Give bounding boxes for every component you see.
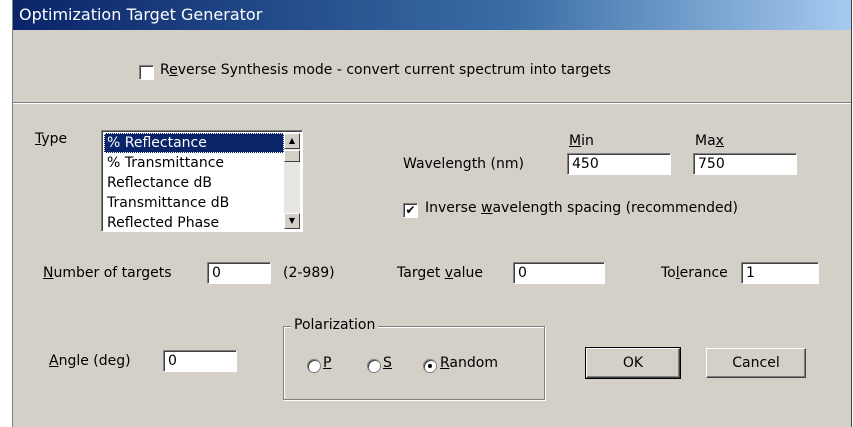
reverse-synthesis-checkbox[interactable] [139, 65, 154, 80]
type-option-transmittance[interactable]: % Transmittance [104, 153, 284, 173]
scroll-down-icon[interactable]: ▼ [284, 213, 300, 229]
angle-label: Angle (deg) [49, 353, 131, 369]
cancel-button[interactable]: Cancel [706, 348, 806, 378]
wavelength-min-input[interactable]: 450 [567, 153, 671, 175]
targets-range-hint: (2-989) [283, 265, 335, 281]
inverse-spacing-label[interactable]: Inverse wavelength spacing (recommended) [425, 200, 738, 216]
polarization-p-label[interactable]: P [323, 355, 331, 371]
type-option-reflectance[interactable]: % Reflectance [104, 133, 284, 153]
wavelength-max-label: Max [695, 133, 724, 149]
polarization-label: Polarization [291, 317, 379, 333]
wavelength-max-input[interactable]: 750 [693, 153, 797, 175]
polarization-random-radio[interactable] [423, 359, 437, 373]
polarization-p-radio[interactable] [307, 359, 321, 373]
separator [13, 102, 851, 104]
inverse-spacing-checkbox[interactable]: ✔ [403, 203, 418, 218]
tolerance-input[interactable]: 1 [741, 262, 819, 284]
wavelength-min-label: Min [569, 133, 594, 149]
type-option-reflectance-db[interactable]: Reflectance dB [104, 173, 284, 193]
type-listbox[interactable]: % Reflectance % Transmittance Reflectanc… [101, 130, 303, 232]
reverse-synthesis-label[interactable]: Reverse Synthesis mode - convert current… [160, 62, 611, 78]
angle-input[interactable]: 0 [163, 350, 237, 372]
type-option-transmittance-db[interactable]: Transmittance dB [104, 193, 284, 213]
type-scrollbar[interactable]: ▲ ▼ [284, 133, 300, 229]
radio-selected-dot [428, 364, 432, 368]
type-option-reflected-phase[interactable]: Reflected Phase [104, 213, 284, 231]
ok-button[interactable]: OK [585, 347, 681, 379]
title-bar: Optimization Target Generator [13, 0, 851, 30]
tolerance-label: Tolerance [661, 265, 728, 281]
polarization-s-radio[interactable] [367, 359, 381, 373]
number-of-targets-input[interactable]: 0 [207, 262, 271, 284]
dialog-window: Optimization Target Generator Reverse Sy… [12, 0, 852, 427]
polarization-random-label[interactable]: Random [440, 355, 498, 371]
polarization-s-label[interactable]: S [383, 355, 392, 371]
scroll-up-icon[interactable]: ▲ [284, 133, 300, 149]
window-title: Optimization Target Generator [19, 5, 263, 24]
scroll-thumb[interactable] [284, 150, 300, 162]
target-value-label: Target value [397, 265, 484, 281]
type-label: Type [35, 131, 68, 147]
target-value-input[interactable]: 0 [513, 262, 605, 284]
wavelength-label: Wavelength (nm) [403, 156, 524, 172]
number-of-targets-label: Number of targets [43, 265, 172, 281]
